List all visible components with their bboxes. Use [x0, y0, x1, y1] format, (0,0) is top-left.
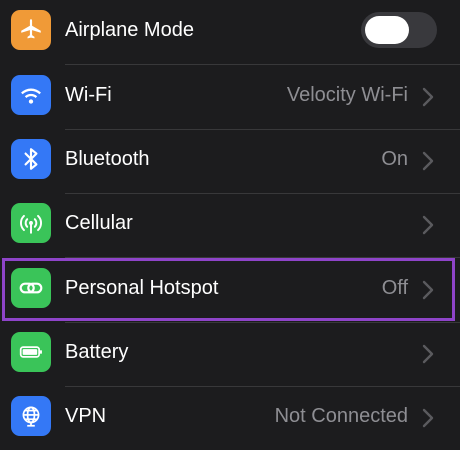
chevron-right-icon: [422, 151, 434, 171]
wifi-label: Wi-Fi: [65, 84, 112, 106]
bluetooth-icon: [11, 139, 51, 179]
chevron-right-icon: [422, 215, 434, 235]
personal-hotspot-highlight: [2, 258, 455, 321]
chevron-right-icon: [422, 408, 434, 428]
chevron-right-icon: [422, 87, 434, 107]
settings-row-vpn[interactable]: VPN Not Connected: [0, 386, 460, 450]
settings-row-wifi[interactable]: Wi-Fi Velocity Wi-Fi: [0, 65, 460, 129]
vpn-label: VPN: [65, 405, 107, 427]
bluetooth-value: On: [381, 148, 408, 170]
antenna-icon: [11, 203, 51, 243]
battery-label: Battery: [65, 341, 129, 363]
vpn-value: Not Connected: [274, 405, 408, 427]
settings-list: Airplane Mode Wi-Fi Velocity Wi-Fi Bluet…: [0, 0, 460, 444]
battery-icon: [11, 332, 51, 372]
settings-row-bluetooth[interactable]: Bluetooth On: [0, 129, 460, 193]
wifi-icon: [11, 75, 51, 115]
cellular-label: Cellular: [65, 212, 133, 234]
airplane-mode-label: Airplane Mode: [65, 19, 194, 41]
chevron-right-icon: [422, 344, 434, 364]
settings-row-airplane-mode[interactable]: Airplane Mode: [0, 0, 460, 64]
globe-icon: [11, 396, 51, 436]
wifi-value: Velocity Wi-Fi: [286, 84, 408, 106]
bluetooth-label: Bluetooth: [65, 148, 150, 170]
settings-row-cellular[interactable]: Cellular: [0, 193, 460, 257]
airplane-icon: [11, 10, 51, 50]
toggle-knob: [365, 16, 409, 44]
airplane-mode-toggle[interactable]: [361, 12, 437, 48]
settings-row-battery[interactable]: Battery: [0, 322, 460, 386]
